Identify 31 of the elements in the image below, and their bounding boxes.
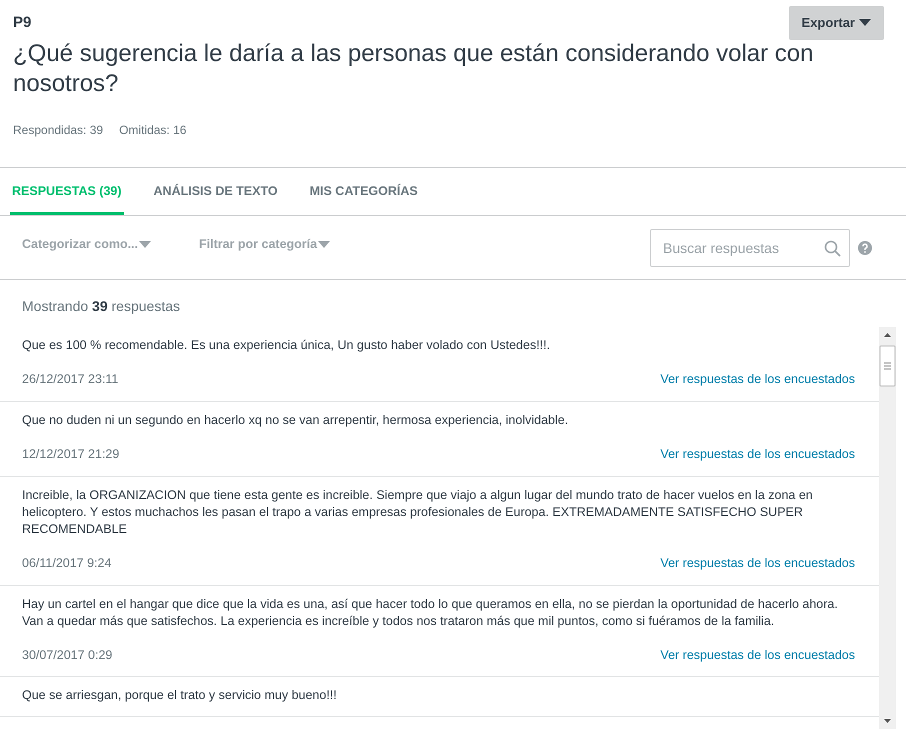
response-text: Que se arriesgan, porque el trato y servicio muy bueno!!! xyxy=(22,687,338,704)
help-icon[interactable] xyxy=(858,241,872,256)
response-date: 26/12/2017 23:11 xyxy=(22,371,118,388)
tab[interactable]: MIS CATEGORÍAS xyxy=(308,168,420,216)
question-title: ¿Qué sugerencia le daría a las personas que están considerando volar con nosotros? xyxy=(13,38,814,98)
respondent-link[interactable]: Ver respuestas de los encuestados xyxy=(660,370,855,389)
export-button[interactable]: Exportar xyxy=(788,6,884,40)
respondent-link[interactable]: Ver respuestas de los encuestados xyxy=(660,554,855,572)
caret-icon xyxy=(139,240,151,248)
filter-dropdown[interactable]: Categorizar como... xyxy=(22,234,151,254)
response-text: Increible, la ORGANIZACION que tiene esta gente es increible. Siempre que viajo a algun lugar del mundo trato de hacer vuelos en la zona en helicoptero. Y estos muchachos les pasan el trapo a varias empresas profesionales de Europa. EXTREMADAMENTE SATISFECHO SUPER RECOMENDABLE xyxy=(22,486,814,538)
caret-icon xyxy=(318,240,330,248)
response-text: Que es 100 % recomendable. Es una experiencia única, Un gusto haber volado con Ustedes!!!. xyxy=(22,337,552,354)
caret-icon xyxy=(859,19,871,26)
respondent-link[interactable]: Ver respuestas de los encuestados xyxy=(660,445,855,464)
tab[interactable]: RESPUESTAS (39) xyxy=(10,168,124,216)
search-field[interactable]: Buscar respuestas xyxy=(650,229,850,268)
stat-text: Omitidas: 16 xyxy=(119,122,186,138)
respondent-link[interactable]: Ver respuestas de los encuestados xyxy=(660,646,855,664)
scrollbar[interactable] xyxy=(879,327,896,729)
response-date: 06/11/2017 9:24 xyxy=(22,554,112,572)
search-icon xyxy=(824,240,841,258)
results-count: Mostrando 39 respuestas xyxy=(21,297,181,316)
response-date: 30/07/2017 0:29 xyxy=(22,646,112,664)
response-text: Que no duden ni un segundo en hacerlo xq no se van arrepentir, hermosa experiencia, inolvidable. xyxy=(22,412,570,429)
tab[interactable]: ANÁLISIS DE TEXTO xyxy=(152,168,280,216)
response-text: Hay un cartel en el hangar que dice que la vida es una, así que hacer todo lo que queramos en ella, no se pierdan la oportunidad de hacerlo ahora. Van a quedar más que satisfechos. La experiencia es increíble y todos nos trataron más que mil puntos, como si fuéramos de la familia. xyxy=(22,596,839,630)
filter-dropdown[interactable]: Filtrar por categoría xyxy=(199,234,330,254)
question-number: P9 xyxy=(13,14,32,31)
stat-text: Respondidas: 39 xyxy=(13,122,104,138)
response-date: 12/12/2017 21:29 xyxy=(22,446,120,463)
